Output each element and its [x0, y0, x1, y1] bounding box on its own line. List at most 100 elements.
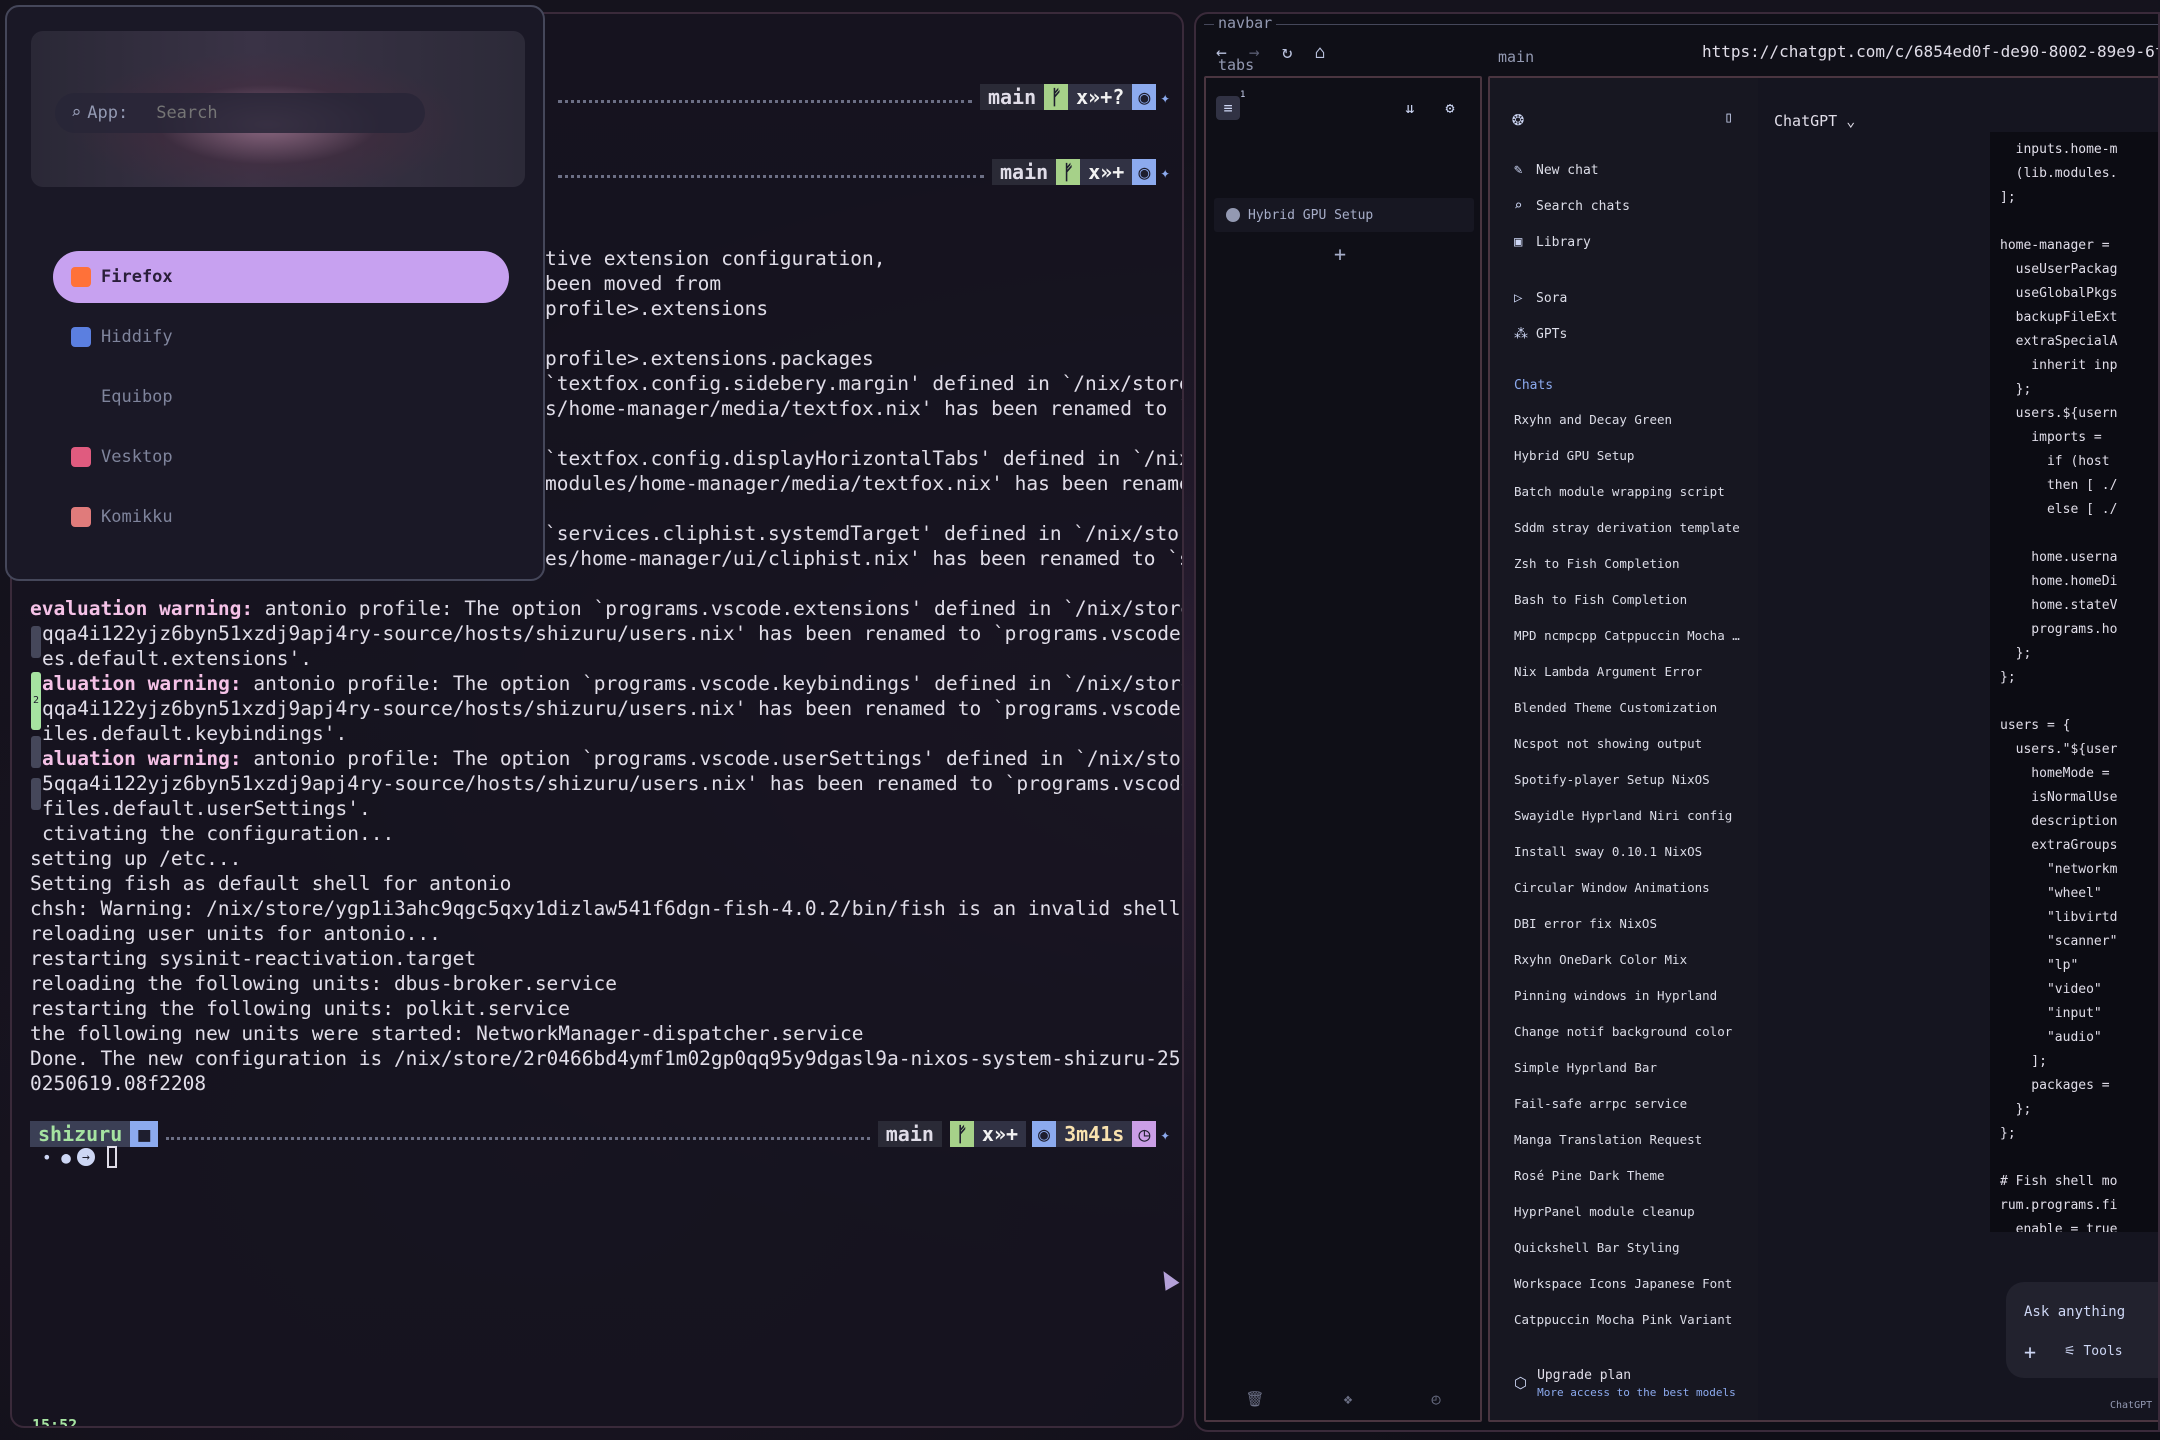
bookmark-icon[interactable]: ❖: [1343, 1390, 1352, 1408]
gpts-button[interactable]: ⁂ GPTs: [1514, 326, 1567, 342]
chat-history-item[interactable]: Ncspot not showing output: [1514, 736, 1744, 751]
code-line: "scanner": [2000, 934, 2118, 949]
panel-list-icon[interactable]: ≡: [1216, 96, 1240, 120]
chat-history-item[interactable]: Manga Translation Request: [1514, 1132, 1744, 1147]
chat-history-item[interactable]: Hybrid GPU Setup: [1514, 448, 1744, 463]
code-line: inherit inp: [2000, 358, 2118, 373]
search-input[interactable]: [156, 103, 377, 123]
library-icon: ▣: [1514, 234, 1523, 250]
collapse-icon[interactable]: ⇊: [1398, 96, 1422, 120]
browser-window[interactable]: navbar ← → ↻ ⌂ https://chatgpt.com/c/685…: [1194, 12, 2160, 1432]
chat-history-item[interactable]: Sddm stray derivation template: [1514, 520, 1744, 535]
terminal-line: iles.default.keybindings'.: [42, 722, 348, 745]
chat-history-item[interactable]: Blended Theme Customization: [1514, 700, 1744, 715]
tabs-panel: ≡ 1 ⇊ ⚙ Hybrid GPU Setup + 🗑 ❖ ◴: [1204, 76, 1482, 1422]
workspace-indicator-active[interactable]: 2: [31, 672, 41, 730]
discord-icon: ◉: [1032, 1121, 1057, 1147]
chat-history-item[interactable]: Swayidle Hyprland Niri config: [1514, 808, 1744, 823]
workspace-indicator[interactable]: [31, 626, 41, 658]
terminal-line: 0250619.08f2208: [30, 1072, 207, 1095]
chat-history-item[interactable]: Simple Hyprland Bar: [1514, 1060, 1744, 1075]
upgrade-plan-button[interactable]: ⬡ Upgrade plan More access to the best m…: [1514, 1368, 1736, 1399]
sliders-icon: ⚟: [2064, 1344, 2076, 1359]
code-line: extraSpecialA: [2000, 334, 2118, 349]
input-line[interactable]: • ● →: [42, 1146, 117, 1168]
terminal-line: restarting sysinit-reactivation.target: [30, 947, 477, 970]
reload-icon[interactable]: ↻: [1282, 42, 1293, 63]
chat-history-item[interactable]: Rxyhn and Decay Green: [1514, 412, 1744, 427]
chat-history-item[interactable]: Nix Lambda Argument Error: [1514, 664, 1744, 679]
openai-logo-icon[interactable]: ❂: [1512, 106, 1524, 130]
chat-history-item[interactable]: Change notif background color: [1514, 1024, 1744, 1039]
chat-history-item[interactable]: Rxyhn OneDark Color Mix: [1514, 952, 1744, 967]
chats-section-label: Chats: [1514, 378, 1554, 393]
model-selector[interactable]: ChatGPT ⌄: [1774, 112, 1855, 130]
terminal-line: `textfox.config.sidebery.margin' defined…: [545, 372, 1184, 395]
code-line: programs.ho: [2000, 622, 2118, 637]
chat-history-item[interactable]: Workspace Icons Japanese Font: [1514, 1276, 1744, 1291]
launcher-search-bar[interactable]: ⌕ App:: [55, 93, 425, 133]
sidebar-toggle-icon[interactable]: ▯: [1724, 108, 1733, 126]
chat-history-item[interactable]: HyprPanel module cleanup: [1514, 1204, 1744, 1219]
gear-icon[interactable]: ⚙: [1438, 96, 1462, 120]
search-icon: ⌕: [1514, 198, 1523, 214]
code-line: inputs.home-m: [2000, 142, 2118, 157]
discord-icon: ◉: [1132, 84, 1157, 110]
sora-button[interactable]: ▷ Sora: [1514, 290, 1567, 306]
play-icon: ▷: [1514, 290, 1523, 306]
code-line: "networkm: [2000, 862, 2118, 877]
search-icon: ⌕: [71, 103, 82, 123]
terminal-line: es/home-manager/ui/cliphist.nix' has bee…: [545, 547, 1184, 570]
trash-icon[interactable]: 🗑: [1245, 1390, 1264, 1408]
terminal-line: profile>.extensions.packages: [545, 347, 874, 370]
code-line: backupFileExt: [2000, 310, 2118, 325]
chat-history-item[interactable]: Circular Window Animations: [1514, 880, 1744, 895]
chat-history-item[interactable]: Spotify-player Setup NixOS: [1514, 772, 1744, 787]
terminal-line: reloading user units for antonio...: [30, 922, 441, 945]
chat-history-item[interactable]: Install sway 0.10.1 NixOS: [1514, 844, 1744, 859]
url-bar[interactable]: https://chatgpt.com/c/6854ed0f-de90-8002…: [1702, 42, 2158, 61]
launcher-app-vesktop[interactable]: Vesktop: [53, 431, 509, 483]
launcher-app-equibop[interactable]: Equibop: [53, 371, 509, 423]
code-block: inputs.home-m (lib.modules.]; home-manage…: [1990, 132, 2158, 1232]
chat-history-item[interactable]: Batch module wrapping script: [1514, 484, 1744, 499]
new-tab-button[interactable]: +: [1334, 242, 1346, 266]
launcher-app-label: Hiddify: [101, 327, 173, 347]
launcher-app-komikku[interactable]: Komikku: [53, 491, 509, 543]
launcher-app-firefox[interactable]: Firefox: [53, 251, 509, 303]
home-icon[interactable]: ⌂: [1315, 42, 1326, 63]
workspace-indicator[interactable]: [31, 736, 41, 768]
chat-history-item[interactable]: DBI error fix NixOS: [1514, 916, 1744, 931]
terminal-line: Setting fish as default shell for antoni…: [30, 872, 512, 895]
terminal-line: Done. The new configuration is /nix/stor…: [30, 1047, 1184, 1070]
git-branch: main: [877, 1121, 942, 1147]
chat-history-item[interactable]: Rosé Pine Dark Theme: [1514, 1168, 1744, 1183]
tools-button[interactable]: ⚟ Tools: [2064, 1344, 2123, 1359]
app-launcher[interactable]: ⌕ App: Firefox Hiddify Equibop Vesktop Komik…: [5, 5, 545, 581]
attach-plus-icon[interactable]: +: [2024, 1340, 2036, 1364]
launcher-app-hiddify[interactable]: Hiddify: [53, 311, 509, 363]
prompt-composer[interactable]: Ask anything + ⚟ Tools: [2006, 1282, 2158, 1378]
code-line: else [ ./: [2000, 502, 2118, 517]
chat-history-item[interactable]: Zsh to Fish Completion: [1514, 556, 1744, 571]
tab-item[interactable]: Hybrid GPU Setup: [1214, 198, 1474, 232]
code-line: };: [2000, 670, 2016, 685]
chat-history-item[interactable]: Bash to Fish Completion: [1514, 592, 1744, 607]
chat-history-item[interactable]: MPD ncmpcpp Catppuccin Mocha S…: [1514, 628, 1744, 643]
chat-history-item[interactable]: Fail-safe arrpc service: [1514, 1096, 1744, 1111]
code-line: home.stateV: [2000, 598, 2118, 613]
terminal-line: modules/home-manager/media/textfox.nix' …: [545, 472, 1184, 495]
search-chats-button[interactable]: ⌕ Search chats: [1514, 198, 1630, 214]
chat-history-item[interactable]: Pinning windows in Hyprland: [1514, 988, 1744, 1003]
workspace-indicator[interactable]: [31, 778, 41, 810]
navbar-label: navbar: [1214, 14, 1277, 32]
code-line: home.userna: [2000, 550, 2118, 565]
chat-history-item[interactable]: Catppuccin Mocha Pink Variant: [1514, 1312, 1744, 1327]
history-icon[interactable]: ◴: [1431, 1390, 1440, 1408]
folder-icon: ■: [130, 1121, 159, 1147]
prompt-input[interactable]: Ask anything: [2024, 1304, 2125, 1320]
new-chat-button[interactable]: ✎ New chat: [1514, 162, 1599, 178]
chat-history-item[interactable]: Quickshell Bar Styling: [1514, 1240, 1744, 1255]
code-line: "input": [2000, 1006, 2102, 1021]
library-button[interactable]: ▣ Library: [1514, 234, 1591, 250]
